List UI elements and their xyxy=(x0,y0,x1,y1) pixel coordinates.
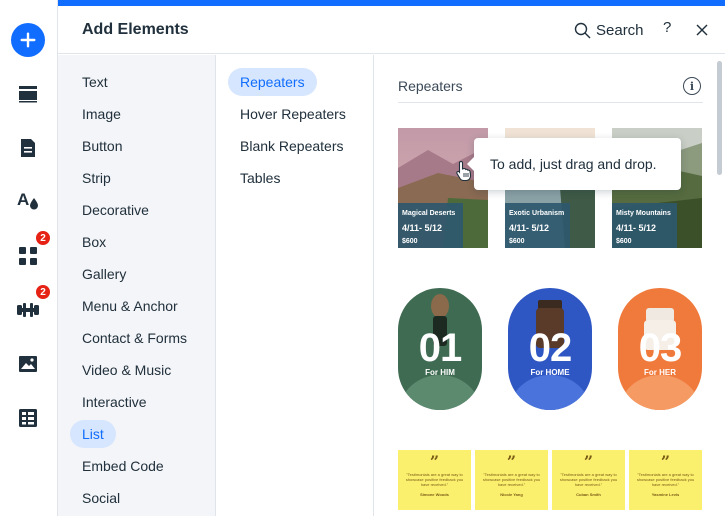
business-tools-icon xyxy=(17,303,39,317)
element-preview-area: Repeaters i Magical Deserts 4/11- 5/12 $… xyxy=(375,55,725,516)
card-date: 4/11- 5/12 xyxy=(616,223,657,233)
subcategory-blank-repeaters[interactable]: Blank Repeaters xyxy=(228,132,356,160)
category-box[interactable]: Box xyxy=(70,228,118,256)
design-icon: A xyxy=(17,190,38,210)
category-embed-code[interactable]: Embed Code xyxy=(70,452,176,480)
testimonial-text: "Testimonials are a great way to showcas… xyxy=(482,472,541,487)
testimonial-text: "Testimonials are a great way to showcas… xyxy=(636,472,695,487)
apps-icon xyxy=(19,247,37,265)
card-title: Misty Mountains xyxy=(616,210,671,217)
testimonial-card[interactable]: ” "Testimonials are a great way to showc… xyxy=(475,450,548,510)
category-decorative[interactable]: Decorative xyxy=(70,196,161,224)
panel-header: Add Elements Search ? xyxy=(58,6,725,54)
category-menu-anchor[interactable]: Menu & Anchor xyxy=(70,292,190,320)
section-title: Repeaters xyxy=(398,78,463,94)
quote-icon: ” xyxy=(583,452,594,471)
pages-icon xyxy=(21,139,35,157)
category-strip[interactable]: Strip xyxy=(70,164,123,192)
repeater-pill-for-her[interactable]: 03 For HER xyxy=(618,288,702,410)
category-list-item[interactable]: List xyxy=(70,420,116,448)
svg-text:A: A xyxy=(17,190,29,209)
business-tools-button[interactable]: 2 xyxy=(8,284,51,330)
quote-icon: ” xyxy=(506,452,517,471)
quote-icon: ” xyxy=(429,452,440,471)
pill-label: For HOME xyxy=(530,368,570,377)
category-contact-forms[interactable]: Contact & Forms xyxy=(70,324,199,352)
category-gallery[interactable]: Gallery xyxy=(70,260,138,288)
add-icon xyxy=(11,23,45,57)
business-tools-badge: 2 xyxy=(35,284,51,300)
close-icon xyxy=(696,24,708,36)
cms-button[interactable] xyxy=(8,398,48,438)
card-price: $600 xyxy=(402,238,418,245)
subcategory-tables[interactable]: Tables xyxy=(228,164,292,192)
pill-number: 01 xyxy=(418,326,463,370)
section-divider xyxy=(398,102,703,103)
testimonial-text: "Testimonials are a great way to showcas… xyxy=(405,472,464,487)
pill-number: 02 xyxy=(528,326,573,370)
add-elements-button[interactable] xyxy=(8,20,48,60)
drag-tooltip: To add, just drag and drop. xyxy=(467,138,681,190)
testimonial-name: Simone Woods xyxy=(420,492,449,497)
card-date: 4/11- 5/12 xyxy=(402,223,443,233)
testimonial-text: "Testimonials are a great way to showcas… xyxy=(559,472,618,487)
apps-button[interactable]: 2 xyxy=(8,230,51,276)
testimonial-card[interactable]: ” "Testimonials are a great way to showc… xyxy=(398,450,471,510)
category-social[interactable]: Social xyxy=(70,484,132,512)
category-interactive[interactable]: Interactive xyxy=(70,388,159,416)
search-button[interactable]: Search xyxy=(574,19,644,41)
cms-icon xyxy=(19,409,37,427)
category-button[interactable]: Button xyxy=(70,132,134,160)
subcategory-hover-repeaters[interactable]: Hover Repeaters xyxy=(228,100,358,128)
testimonial-name: Cuban Smith xyxy=(576,492,601,497)
category-text[interactable]: Text xyxy=(70,68,120,96)
pill-label: For HER xyxy=(644,368,676,377)
media-button[interactable] xyxy=(8,344,48,384)
card-caption: Misty Mountains 4/11- 5/12 $600 xyxy=(612,203,677,248)
card-price: $600 xyxy=(616,238,632,245)
hand-cursor-icon xyxy=(456,160,472,182)
close-button[interactable] xyxy=(692,20,712,40)
quote-icon: ” xyxy=(660,452,671,471)
category-list: Text Image Button Strip Decorative Box G… xyxy=(58,55,216,516)
testimonial-name: Yasmine Levis xyxy=(651,492,680,497)
pages-button[interactable] xyxy=(8,128,48,168)
sections-button[interactable] xyxy=(8,74,48,114)
pill-label: For HIM xyxy=(425,368,455,377)
info-icon[interactable]: i xyxy=(683,77,701,95)
card-caption: Magical Deserts 4/11- 5/12 $600 xyxy=(398,203,463,248)
subcategory-repeaters[interactable]: Repeaters xyxy=(228,68,317,96)
card-title: Magical Deserts xyxy=(402,210,456,217)
testimonial-name: Nicole Yang xyxy=(500,492,523,497)
help-button[interactable]: ? xyxy=(663,19,671,36)
media-icon xyxy=(19,356,37,372)
design-button[interactable]: A xyxy=(8,180,48,220)
repeater-pill-for-home[interactable]: 02 For HOME xyxy=(508,288,592,410)
testimonial-card[interactable]: ” "Testimonials are a great way to showc… xyxy=(629,450,702,510)
search-label: Search xyxy=(596,21,644,39)
category-video-music[interactable]: Video & Music xyxy=(70,356,183,384)
tooltip-text: To add, just drag and drop. xyxy=(490,156,657,172)
repeater-pill-for-him[interactable]: 01 For HIM xyxy=(398,288,482,410)
scrollbar[interactable] xyxy=(717,61,722,175)
search-icon xyxy=(574,22,591,38)
subcategory-list: Repeaters Hover Repeaters Blank Repeater… xyxy=(216,55,374,516)
apps-badge: 2 xyxy=(35,230,51,246)
sections-icon xyxy=(19,86,37,103)
card-title: Exotic Urbanism xyxy=(509,210,565,217)
card-caption: Exotic Urbanism 4/11- 5/12 $600 xyxy=(505,203,570,248)
card-price: $600 xyxy=(509,238,525,245)
testimonial-card[interactable]: ” "Testimonials are a great way to showc… xyxy=(552,450,625,510)
panel-title: Add Elements xyxy=(82,21,189,38)
pill-number: 03 xyxy=(638,326,683,370)
card-date: 4/11- 5/12 xyxy=(509,223,550,233)
category-image[interactable]: Image xyxy=(70,100,133,128)
left-toolbar: A 2 2 xyxy=(0,0,58,516)
